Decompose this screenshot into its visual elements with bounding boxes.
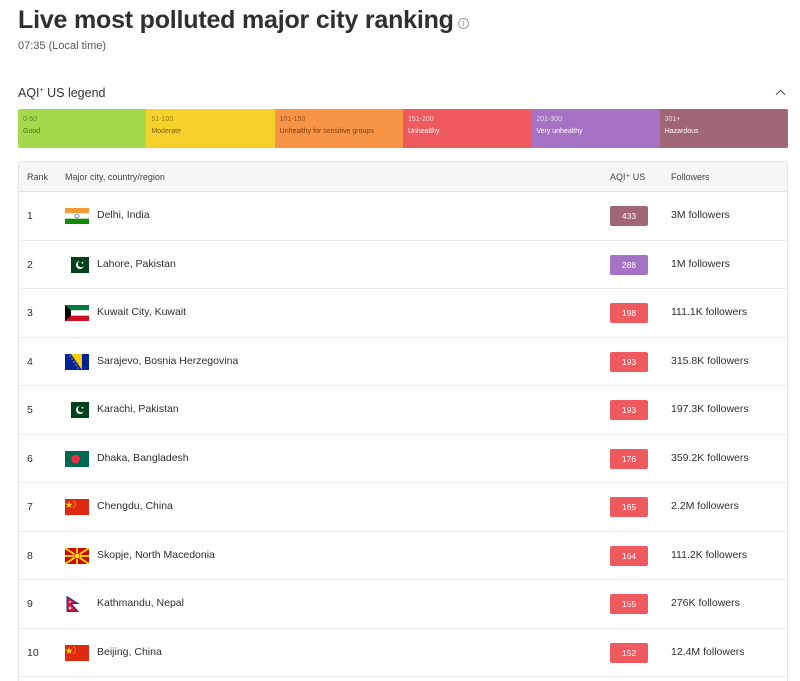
row-followers: 111.2K followers [671,548,748,561]
legend-range: 151-200 [407,116,434,123]
legend-label: Very unhealthy [536,128,583,135]
row-rank: 9 [27,598,33,610]
table-row[interactable]: 4 Sarajevo, Bosnia Herzegovina 193 315.8K f… [19,338,787,386]
row-city-link[interactable]: Beijing, China [97,646,162,658]
aqi-badge: 165 [610,497,648,517]
row-followers: 3M followers [671,209,730,221]
legend-range: 101-150 [279,116,306,123]
legend-segment: 51-100 Moderate [146,109,275,148]
row-followers: 315.8K followers [671,354,749,367]
flag-pakistan-icon [65,256,89,273]
row-city-link[interactable]: Delhi, India [97,209,150,221]
row-followers: 2.2M followers [671,500,739,512]
row-city-link[interactable]: Karachi, Pakistan [97,403,179,415]
flag-nepal-icon [65,595,89,612]
aqi-badge: 193 [610,351,648,372]
table-header: Rank Major city, country/region AQI⁺ US … [19,162,787,192]
legend-segment: 201-300 Very unhealthy [531,109,660,148]
aqi-badge: 176 [610,448,648,469]
legend-range: 51-100 [151,116,174,123]
table-row[interactable]: 10 Beijing, China 152 12.4M followers [19,629,787,677]
row-rank: 1 [27,210,33,222]
legend-range: 301+ [664,116,681,123]
info-icon[interactable]: i [457,18,469,29]
row-rank: 2 [27,258,33,271]
legend-header[interactable]: AQI+ US legend [18,86,788,100]
local-time: 07:35 (Local time) [18,40,107,52]
table-row[interactable]: 6 Dhaka, Bangladesh 176 359.2K followers [19,435,787,483]
legend-segment: 301+ Hazardous [659,109,788,148]
row-city-link[interactable]: Sarajevo, Bosnia Herzegovina [97,355,238,367]
header-rank: Rank [27,172,49,182]
row-rank: 4 [27,355,33,368]
row-followers: 276K followers [671,597,740,609]
row-city-link[interactable]: Dhaka, Bangladesh [97,452,189,464]
legend-segment: 151-200 Unhealthy [402,109,532,148]
flag-bosnia-icon [65,353,89,370]
row-followers: 1M followers [671,257,730,270]
row-followers: 12.4M followers [671,645,745,658]
flag-pakistan-icon [65,402,89,418]
row-followers: 111.1K followers [671,306,748,318]
row-rank: 3 [27,307,33,319]
row-rank: 8 [27,549,33,562]
row-city-link[interactable]: Kathmandu, Nepal [97,597,184,609]
header-city: Major city, country/region [65,172,165,182]
legend-label: Hazardous [664,128,699,135]
row-city-link[interactable]: Skopje, North Macedonia [97,549,215,561]
chevron-up-icon[interactable] [774,86,788,100]
row-rank: 6 [27,452,33,465]
legend-title: AQI+ US legend [18,86,106,100]
legend-segment: 101-150 Unhealthy for sensitive groups [274,109,403,148]
table-row[interactable]: 8 Skopje, North Macedonia 164 111.2K follow… [19,532,787,580]
row-followers: 197.3K followers [671,403,749,415]
header-followers: Followers [671,172,710,182]
table-row[interactable]: 7 Chengdu, China 165 2.2M followers [19,483,787,532]
row-rank: 10 [27,646,39,659]
aqi-badge: 288 [610,254,648,275]
aqi-legend-bar: 0-50 Good 51-100 Moderate 101-150 Unhealthy f… [18,109,788,148]
legend-label: Unhealthy [407,128,440,135]
aqi-badge: 155 [610,594,648,614]
row-followers: 359.2K followers [671,451,749,464]
flag-china-icon [65,644,89,661]
legend-range: 201-300 [536,116,563,123]
aqi-badge: 193 [610,400,648,420]
row-city-link[interactable]: Chengdu, China [97,500,173,512]
flag-china-icon [65,499,89,515]
header-aqi: AQI⁺ US [610,172,646,182]
ranking-table: Rank Major city, country/region AQI⁺ US … [18,161,788,681]
aqi-badge: 198 [610,303,648,323]
aqi-badge: 152 [610,642,648,663]
row-city-link[interactable]: Kuwait City, Kuwait [97,306,186,318]
legend-label: Moderate [151,128,181,135]
row-rank: 7 [27,501,33,513]
flag-north-macedonia-icon [64,546,90,565]
aqi-badge: 164 [610,545,648,566]
row-city-link[interactable]: Lahore, Pakistan [97,258,176,270]
table-row[interactable]: 2 Lahore, Pakistan 288 1M followers [19,241,787,289]
legend-range: 0-50 [23,116,38,123]
title-row: Live most polluted major city ranking i [18,6,469,35]
table-row[interactable]: 3 Kuwait City, Kuwait 198 111.1K followers [19,289,787,338]
flag-bangladesh-icon [65,450,89,467]
page-title: Live most polluted major city ranking [18,6,454,34]
table-row[interactable]: 1 Delhi, India 433 3M followers [19,192,787,241]
legend-label: Unhealthy for sensitive groups [279,128,374,135]
table-row[interactable]: 5 Karachi, Pakistan 193 197.3K followers [19,386,787,435]
flag-kuwait-icon [65,305,89,321]
row-rank: 5 [27,404,33,416]
flag-india-icon [65,208,89,224]
legend-segment: 0-50 Good [18,109,147,148]
table-body: 1 Delhi, India 433 3M followers 2 Lahore, Pak… [19,192,787,677]
table-row[interactable]: 9 Kathmandu, Nepal 155 276K followers [19,580,787,629]
aqi-badge: 433 [610,206,648,226]
legend-label: Good [23,128,41,135]
